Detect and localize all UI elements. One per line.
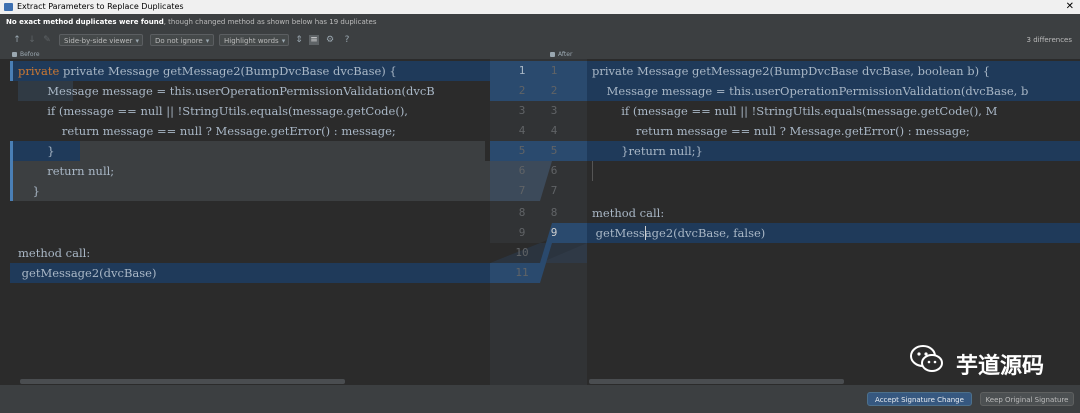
deleted-line-bg [10, 181, 490, 201]
code-line: method call: [592, 206, 665, 220]
change-marker [10, 61, 13, 81]
line-number: 8 [518, 206, 526, 219]
change-marker [10, 141, 13, 201]
code-line: private Message getMessage2(BumpDvcBase … [592, 64, 991, 78]
line-number: 10 [515, 246, 529, 259]
code-line: Message message = this.userOperationPerm… [592, 84, 1029, 98]
close-icon[interactable]: ✕ [1066, 0, 1074, 14]
help-icon[interactable]: ? [342, 35, 352, 45]
line-number: 7 [550, 184, 558, 197]
code-line: private private Message getMessage2(Bump… [18, 64, 397, 78]
duplicates-banner: No exact method duplicates were found, t… [0, 14, 1080, 31]
before-editor[interactable]: private private Message getMessage2(Bump… [0, 59, 490, 385]
line-number: 4 [518, 124, 526, 137]
window-title: Extract Parameters to Replace Duplicates [17, 2, 184, 11]
horizontal-scrollbar[interactable] [589, 379, 844, 384]
difference-count: 3 differences [1026, 36, 1072, 44]
before-header: Before [0, 50, 490, 59]
before-label: Before [20, 51, 40, 58]
code-line: return message == null ? Message.getErro… [592, 124, 970, 138]
chevron-down-icon: ▾ [135, 37, 140, 45]
after-header: After [490, 50, 1080, 59]
line-number: 9 [518, 226, 526, 239]
after-editor[interactable]: private Message getMessage2(BumpDvcBase … [587, 59, 1080, 385]
code-line: getMessage2(dvcBase, false) [592, 226, 766, 240]
edit-icon[interactable]: ✎ [42, 35, 52, 45]
dialog-footer: Accept Signature Change Keep Original Si… [0, 385, 1080, 413]
banner-bold-text: No exact method duplicates were found [6, 18, 164, 26]
highlight-dropdown[interactable]: Highlight words ▾ [219, 34, 289, 46]
code-line: method call: [18, 246, 91, 260]
line-number: 3 [550, 104, 558, 117]
sync-scroll-icon[interactable]: ≡ [309, 35, 319, 45]
ignore-dropdown-label: Do not ignore [155, 37, 203, 45]
ignore-dropdown[interactable]: Do not ignore ▾ [150, 34, 214, 46]
accept-signature-button[interactable]: Accept Signature Change [867, 392, 972, 406]
line-number: 6 [518, 164, 526, 177]
code-line: } [18, 144, 55, 158]
after-label: After [558, 51, 573, 58]
line-number: 1 [550, 64, 558, 77]
line-number: 4 [550, 124, 558, 137]
line-number: 6 [550, 164, 558, 177]
lock-icon [550, 52, 555, 57]
window-titlebar: Extract Parameters to Replace Duplicates… [0, 0, 1080, 14]
line-number: 3 [518, 104, 526, 117]
line-number: 7 [518, 184, 526, 197]
line-number: 9 [550, 226, 558, 239]
deleted-region-bg [80, 141, 485, 161]
viewer-dropdown-label: Side-by-side viewer [64, 37, 133, 45]
banner-text: , though changed method as shown below h… [163, 18, 377, 26]
diff-connector-shapes [490, 61, 587, 283]
line-number: 2 [518, 84, 526, 97]
code-line: }return null;} [592, 144, 703, 158]
watermark-text: 芋道源码 [955, 354, 1044, 379]
line-number: 8 [550, 206, 558, 219]
code-line: return message == null ? Message.getErro… [18, 124, 396, 138]
keep-signature-button[interactable]: Keep Original Signature [980, 392, 1074, 406]
lock-icon [12, 52, 17, 57]
viewer-dropdown[interactable]: Side-by-side viewer ▾ [59, 34, 143, 46]
line-number: 5 [518, 144, 526, 157]
line-number: 1 [518, 64, 526, 77]
code-line: } [18, 184, 40, 198]
diff-gutter: 1 2 3 4 5 6 7 8 9 10 11 1 2 3 4 5 6 7 8 … [490, 59, 587, 385]
horizontal-scrollbar[interactable] [20, 379, 345, 384]
diff-toolbar: ↑ ↓ ✎ Side-by-side viewer ▾ Do not ignore… [0, 31, 1080, 50]
line-number: 5 [550, 144, 558, 157]
chat-logo-icon [910, 345, 943, 372]
code-line: if (message == null || !StringUtils.equa… [592, 104, 998, 118]
line-number: 11 [515, 266, 529, 279]
collapse-icon[interactable]: ⇕ [294, 35, 304, 45]
arrow-up-icon[interactable]: ↑ [12, 35, 22, 45]
arrow-down-icon[interactable]: ↓ [27, 35, 37, 45]
chevron-down-icon: ▾ [281, 37, 286, 45]
code-line: return null; [18, 164, 115, 178]
code-line: Message message = this.userOperationPerm… [18, 84, 435, 98]
code-line: if (message == null || !StringUtils.equa… [18, 104, 408, 118]
highlight-dropdown-label: Highlight words [224, 37, 279, 45]
app-icon [4, 3, 13, 11]
code-line: getMessage2(dvcBase) [18, 266, 157, 280]
line-number: 2 [550, 84, 558, 97]
chevron-down-icon: ▾ [205, 37, 210, 45]
fold-marker [592, 161, 593, 181]
text-cursor [645, 226, 646, 240]
settings-icon[interactable]: ⚙ [325, 35, 335, 45]
